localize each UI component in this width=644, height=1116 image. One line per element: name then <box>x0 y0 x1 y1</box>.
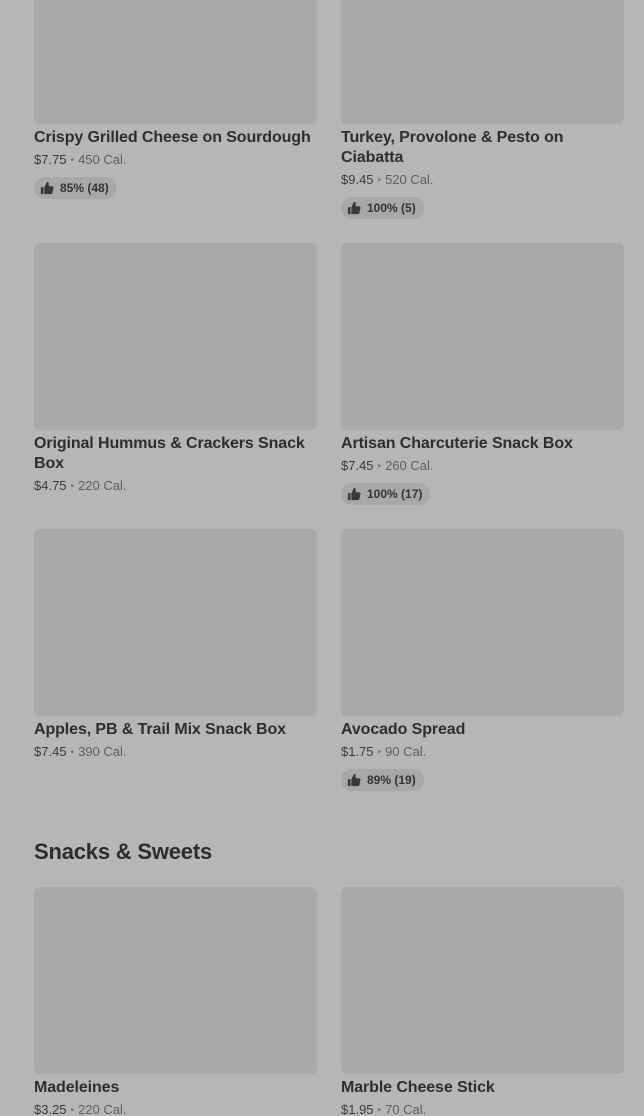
item-image[interactable] <box>34 529 317 716</box>
menu-item-card[interactable]: Original Hummus & Crackers Snack Box $4.… <box>34 243 317 497</box>
rating-badge: 100% (17) <box>341 483 431 505</box>
item-name: Madeleines <box>34 1079 120 1096</box>
item-image[interactable] <box>34 0 317 124</box>
item-name: Artisan Charcuterie Snack Box <box>341 435 573 452</box>
item-name: Avocado Spread <box>341 721 466 738</box>
item-image[interactable] <box>341 529 624 716</box>
menu-item-card[interactable]: Avocado Spread $1.75 • 90 Cal. 89% (19) <box>341 529 624 792</box>
rating-badge: 89% (19) <box>341 769 424 791</box>
item-calories: 260 Cal. <box>385 458 434 473</box>
item-image[interactable] <box>341 243 624 430</box>
item-meta: $1.95 • 70 Cal. <box>341 1101 624 1116</box>
item-image[interactable] <box>34 887 317 1074</box>
item-price: $7.45 <box>341 458 374 473</box>
separator-dot: • <box>377 461 382 472</box>
item-image[interactable] <box>34 243 317 430</box>
item-name: Apples, PB & Trail Mix Snack Box <box>34 721 286 738</box>
item-name: Turkey, Provolone & Pesto on Ciabatta <box>341 129 564 166</box>
separator-dot: • <box>377 747 382 758</box>
item-price: $1.95 <box>341 1102 374 1116</box>
item-price: $7.45 <box>34 744 67 759</box>
item-name: Crispy Grilled Cheese on Sourdough <box>34 129 311 146</box>
rating-text: 85% (48) <box>60 181 109 195</box>
menu-item-card[interactable]: Crispy Grilled Cheese on Sourdough $7.75… <box>34 0 317 200</box>
rating-text: 89% (19) <box>367 773 416 787</box>
item-calories: 390 Cal. <box>78 744 127 759</box>
item-name: Marble Cheese Stick <box>341 1079 495 1096</box>
menu-item-card[interactable]: Artisan Charcuterie Snack Box $7.45 • 260 … <box>341 243 624 506</box>
separator-dot: • <box>70 1105 75 1116</box>
separator-dot: • <box>377 1105 382 1116</box>
item-calories: 220 Cal. <box>78 478 127 493</box>
item-meta: $1.75 • 90 Cal. <box>341 743 624 763</box>
item-calories: 450 Cal. <box>78 152 127 167</box>
item-meta: $9.45 • 520 Cal. <box>341 171 624 191</box>
item-price: $7.75 <box>34 152 67 167</box>
item-price: $1.75 <box>341 744 374 759</box>
item-meta: $4.75 • 220 Cal. <box>34 477 317 497</box>
section-title: Snacks & Sweets <box>34 839 212 864</box>
separator-dot: • <box>70 481 75 492</box>
thumbs-up-icon <box>347 487 361 501</box>
item-price: $4.75 <box>34 478 67 493</box>
item-meta: $7.45 • 390 Cal. <box>34 743 317 763</box>
menu-item-card[interactable]: Apples, PB & Trail Mix Snack Box $7.45 • 3… <box>34 529 317 763</box>
item-image[interactable] <box>341 887 624 1074</box>
menu-item-card[interactable]: Madeleines $3.25 • 220 Cal. <box>34 887 317 1116</box>
item-meta: $7.75 • 450 Cal. <box>34 151 317 171</box>
separator-dot: • <box>70 747 75 758</box>
separator-dot: • <box>377 175 382 186</box>
thumbs-up-icon <box>347 201 361 215</box>
rating-badge: 100% (5) <box>341 197 424 219</box>
item-meta: $7.45 • 260 Cal. <box>341 457 624 477</box>
item-calories: 220 Cal. <box>78 1102 127 1116</box>
rating-text: 100% (5) <box>367 201 416 215</box>
item-meta: $3.25 • 220 Cal. <box>34 1101 317 1116</box>
rating-text: 100% (17) <box>367 487 423 501</box>
item-calories: 70 Cal. <box>385 1102 427 1116</box>
menu-item-card[interactable]: Marble Cheese Stick $1.95 • 70 Cal. <box>341 887 624 1116</box>
item-calories: 520 Cal. <box>385 172 434 187</box>
item-calories: 90 Cal. <box>385 744 427 759</box>
item-image[interactable] <box>341 0 624 124</box>
separator-dot: • <box>70 155 75 166</box>
menu-page: Crispy Grilled Cheese on Sourdough $7.75… <box>0 0 644 1116</box>
rating-badge: 85% (48) <box>34 177 117 199</box>
thumbs-up-icon <box>40 181 54 195</box>
thumbs-up-icon <box>347 773 361 787</box>
item-name: Original Hummus & Crackers Snack Box <box>34 435 305 472</box>
item-price: $3.25 <box>34 1102 67 1116</box>
item-price: $9.45 <box>341 172 374 187</box>
menu-item-card[interactable]: Turkey, Provolone & Pesto on Ciabatta $9… <box>341 0 624 220</box>
